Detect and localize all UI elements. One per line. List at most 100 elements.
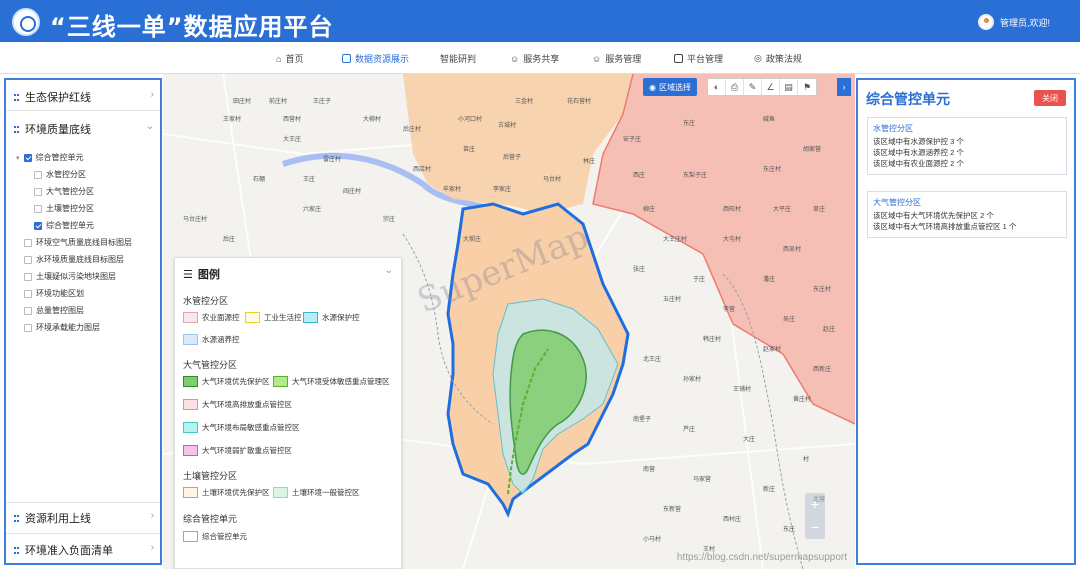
tree-item-carrying-capacity[interactable]: 环境承载能力图层 [24,322,100,333]
place-label: 东庄 [783,527,796,533]
avatar [977,14,994,30]
place-label: 李家庄 [493,187,512,193]
region-select-button[interactable]: ◉ 区域选择 [643,78,697,96]
layers-icon[interactable]: ▤ [780,79,798,95]
place-label: 李营 [723,307,736,313]
chevron-right-icon[interactable]: › [151,542,154,553]
place-label: 王庄 [303,177,316,183]
nav-analysis[interactable]: 智能研判 [440,52,476,65]
place-label: 南营 [643,467,656,473]
layer-checkbox[interactable] [34,187,42,196]
divider [6,502,160,503]
place-label: 阎庄村 [343,189,362,195]
layer-checkbox[interactable] [23,153,32,162]
pin-icon[interactable]: ⚑ [798,79,816,95]
place-label: 林庄 [583,159,596,165]
table-icon [342,54,351,63]
nav-platform-manage[interactable]: 平台管理 [674,52,723,65]
map-legend: ☰ 图例 ⌄ 水管控分区 农业面源控 工业生活控 水源保护控 水源涵养控 大气管控… [174,257,402,569]
user-menu[interactable]: 管理员,欢迎! [977,14,1050,30]
place-label: 东梨子庄 [683,173,708,179]
layer-checkbox[interactable] [24,238,32,247]
close-button[interactable]: 关闭 [1034,90,1066,106]
legend-swatch [183,487,198,498]
place-label: 柳庄 [643,207,656,213]
place-label: 后营子 [503,155,522,161]
tree-item-air-zone[interactable]: 大气管控分区 [34,186,94,197]
nav-service-share[interactable]: ☺ 服务共享 [510,52,559,65]
layer-checkbox[interactable] [24,289,32,298]
chevron-down-icon[interactable]: ⌄ [146,121,154,132]
card-line: 该区域中有大气环境高排放重点管控区 1 个 [873,222,1017,231]
zoom-in-button[interactable]: + [805,493,825,516]
divider [6,110,160,111]
place-label: 芦庄 [683,427,696,433]
map-view[interactable]: SuperMap 田庄村 前庄村 王庄子 三金村 花石营村 王家村 西营村 大柳村 小河口村 古城… [163,74,855,569]
place-label: 东庄村 [763,167,782,173]
tree-item-air-quality-target[interactable]: 环境空气质量底线目标图层 [24,237,132,248]
expand-toggle-icon[interactable]: ▾ [16,154,20,162]
sidebar-section-ecology[interactable]: 生态保护红线 [14,89,91,105]
legend-swatch [183,445,198,456]
tree-item-total-control[interactable]: 总量管控图层 [24,305,84,316]
user-icon: ☺ [592,53,602,64]
tree-item-water-zone[interactable]: 水管控分区 [34,169,86,180]
nav-home[interactable]: ⌂ 首页 [276,52,303,65]
place-label: 古城村 [498,123,517,129]
chevron-down-icon[interactable]: ⌄ [385,265,393,276]
tree-item-soil-pollution[interactable]: 土壤疑似污染地块图层 [24,271,116,282]
legend-group-air: 大气管控分区 [183,360,238,370]
place-label: 西营村 [283,117,302,123]
nav-policy[interactable]: ◎ 政策法规 [754,52,802,65]
place-label: 赵家村 [763,347,782,353]
tree-item-composite-unit-child[interactable]: 综合管控单元 [34,220,94,231]
tree-item-function-zoning[interactable]: 环境功能区划 [24,288,84,299]
layer-checkbox[interactable] [24,255,32,264]
place-label: 于庄 [693,277,706,283]
grip-icon [14,93,19,101]
collapse-panel-button[interactable]: › [837,78,851,96]
tree-item-soil-zone[interactable]: 土壤管控分区 [34,203,94,214]
sidebar-section-environment-quality[interactable]: 环境质量底线 [14,121,91,137]
measure-icon[interactable]: ◐ [708,79,726,95]
panel-title: 综合管控单元 [866,91,950,107]
card-title[interactable]: 大气管控分区 [873,197,1061,208]
tree-item-composite-unit[interactable]: ▾ 综合管控单元 [16,152,84,163]
place-label: 后庄 [223,237,236,243]
angle-icon[interactable]: ∠ [762,79,780,95]
layer-checkbox[interactable] [24,272,32,281]
legend-item: 土壤环境一般管控区 [273,487,360,498]
zoom-out-button[interactable]: − [805,516,825,539]
sidebar-section-resource[interactable]: 资源利用上线 [14,510,91,526]
grip-icon [14,514,19,522]
card-line: 该区域中有农业面源控 2 个 [873,159,964,168]
legend-swatch [183,334,198,345]
card-line: 该区域中有水源涵养控 2 个 [873,148,964,157]
layer-checkbox[interactable] [24,323,32,332]
place-label: 村 [803,457,810,463]
card-title[interactable]: 水管控分区 [873,123,1061,134]
main-nav: ⌂ 首页 数据资源展示 智能研判 ☺ 服务共享 ☺ 服务管理 平台管理 ◎ 政策法规 [0,42,1080,74]
tree-item-water-quality-target[interactable]: 水环境质量底线目标图层 [24,254,124,265]
legend-item: 大气环境优先保护区 [183,376,270,387]
place-label: 大平庄 [773,207,792,213]
nav-data-display[interactable]: 数据资源展示 [342,52,409,65]
place-label: 安子庄 [623,137,642,143]
sidebar-section-negative-list[interactable]: 环境准入负面清单 [14,542,113,558]
place-label: 草庄 [813,207,826,213]
place-label: 赵庄 [823,327,836,333]
nav-service-manage[interactable]: ☺ 服务管理 [592,52,641,65]
layer-checkbox[interactable] [34,204,42,213]
place-label: 南堡子 [633,417,652,423]
print-icon[interactable]: ⎙ [726,79,744,95]
chevron-right-icon[interactable]: › [151,89,154,100]
place-label: 东庄 [683,121,696,127]
layer-checkbox[interactable] [34,221,42,230]
chevron-right-icon[interactable]: › [151,510,154,521]
layer-checkbox[interactable] [24,306,32,315]
layer-checkbox[interactable] [34,170,42,179]
place-label: 大王庄 [283,137,302,143]
place-label: 马台村 [543,177,562,183]
draw-icon[interactable]: ✎ [744,79,762,95]
place-label: 石棚 [253,177,266,183]
